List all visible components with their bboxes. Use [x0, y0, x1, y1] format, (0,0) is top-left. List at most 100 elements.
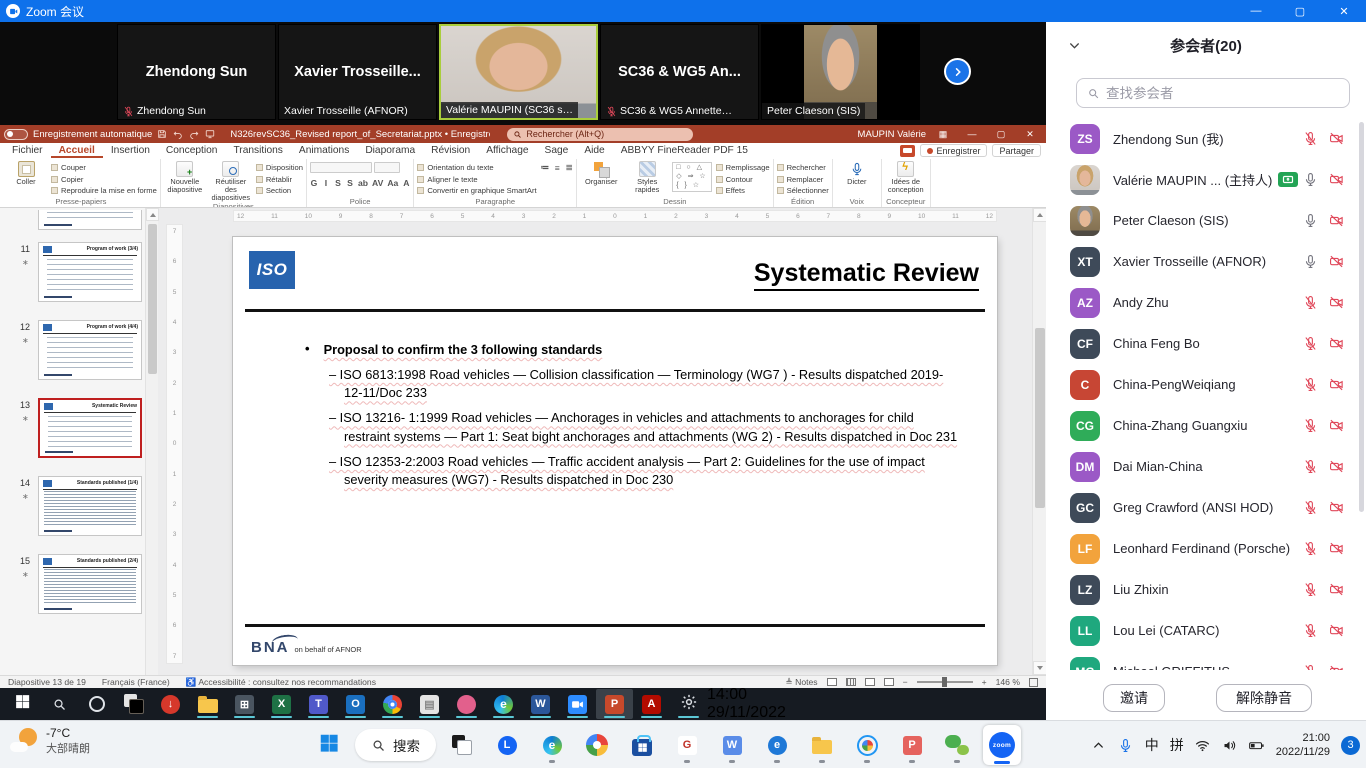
ribbon-button-effets[interactable]: Effets — [716, 186, 770, 195]
reading-view-icon[interactable] — [865, 678, 875, 686]
settings-app[interactable] — [670, 689, 707, 719]
slide-canvas[interactable]: ISO Systematic Review •Proposal to confi… — [233, 237, 997, 665]
slide-thumbnail-11[interactable]: 11∗Program of work (3/4) — [0, 242, 157, 312]
participant-row[interactable]: MGMichael GRIFFITHS — [1046, 651, 1360, 670]
hidden-icons-chevron[interactable] — [1091, 737, 1107, 753]
participant-row[interactable]: CGChina-Zhang Guangxiu — [1046, 405, 1360, 446]
font-size-dropdown[interactable] — [374, 162, 400, 173]
undo-icon[interactable] — [173, 129, 183, 139]
ime-indicator[interactable]: 中 — [1145, 735, 1159, 755]
tab-aide[interactable]: Aide — [576, 143, 612, 158]
participants-scrollbar[interactable] — [1359, 122, 1364, 512]
excel-app[interactable]: X — [263, 689, 300, 719]
wifi-icon[interactable] — [1195, 737, 1211, 753]
video-tile-4[interactable]: SC36 & WG5 An...SC36 & WG5 Annette… — [600, 24, 759, 120]
slide-thumbnail-13[interactable]: 13∗Systematic Review — [0, 398, 157, 468]
tab-affichage[interactable]: Affichage — [478, 143, 536, 158]
slide-scrollbar[interactable] — [1032, 208, 1046, 675]
tab-transitions[interactable]: Transitions — [225, 143, 290, 158]
search-button[interactable] — [41, 689, 78, 719]
ppt-search-box[interactable]: Rechercher (Alt+Q) — [507, 128, 693, 141]
participant-row[interactable]: ZSZhendong Sun (我) — [1046, 118, 1360, 159]
record-button[interactable]: Enregistrer — [920, 144, 987, 157]
unmute-all-button[interactable]: 解除静音 — [1216, 684, 1312, 712]
ribbon-button-styles-rapides[interactable]: Styles rapides — [626, 159, 668, 194]
normal-view-icon[interactable] — [827, 678, 837, 686]
tab-insertion[interactable]: Insertion — [103, 143, 158, 158]
start-button[interactable] — [4, 689, 41, 719]
ribbon-button-remplacer[interactable]: Remplacer — [777, 175, 829, 184]
taskbar-search-box[interactable]: 搜索 — [355, 729, 436, 761]
format-button[interactable]: ≣ — [565, 162, 573, 173]
cortana-button[interactable] — [78, 689, 115, 719]
remote-app[interactable]: ↓ — [152, 689, 189, 719]
chrome-app[interactable] — [374, 689, 411, 719]
participant-row[interactable]: LLLou Lei (CATARC) — [1046, 610, 1360, 651]
game-app[interactable]: G — [668, 725, 706, 765]
ribbon-button-couper[interactable]: Couper — [51, 163, 157, 172]
calculator-app[interactable]: ⊞ — [226, 689, 263, 719]
notes-app[interactable]: ▤ — [411, 689, 448, 719]
save-icon[interactable] — [157, 129, 167, 139]
thumbnail-scrollbar[interactable] — [145, 208, 158, 675]
minimize-button[interactable]: — — [1234, 0, 1278, 22]
participant-row[interactable]: DMDai Mian-China — [1046, 446, 1360, 487]
slideshow-view-icon[interactable] — [884, 678, 894, 686]
zoom-out-button[interactable]: − — [903, 677, 908, 687]
ribbon-button-dicter[interactable]: Dicter — [836, 159, 878, 186]
acrobat-app[interactable]: A — [633, 689, 670, 719]
format-button[interactable]: ≡ — [553, 163, 561, 173]
ribbon-button-organiser[interactable]: Organiser — [580, 159, 622, 186]
ribbon-button-contour[interactable]: Contour — [716, 175, 770, 184]
notes-button[interactable]: ≜ Notes — [786, 677, 818, 688]
ribbon-button-rechercher[interactable]: Rechercher — [777, 163, 829, 172]
slide-thumbnail-partial[interactable] — [0, 210, 157, 234]
ribbon-button-section[interactable]: Section — [256, 186, 303, 195]
notification-badge[interactable]: 3 — [1341, 736, 1360, 755]
qq-app[interactable] — [848, 725, 886, 765]
accessibility-indicator[interactable]: ♿ Accessibilité : consultez nos recomman… — [186, 677, 376, 688]
outlook-app[interactable]: O — [337, 689, 374, 719]
ppt-close-button[interactable]: ✕ — [1018, 125, 1042, 143]
word-app[interactable]: W — [522, 689, 559, 719]
ribbon-button-disposition[interactable]: Disposition — [256, 163, 303, 172]
zoom-app[interactable]: zoom — [983, 725, 1021, 765]
zoom-in-button[interactable]: + — [982, 677, 987, 687]
participant-row[interactable]: Peter Claeson (SIS) — [1046, 200, 1360, 241]
participant-search-box[interactable] — [1076, 78, 1350, 108]
video-tile-3[interactable]: Valérie MAUPIN (SC36 s… — [439, 24, 598, 120]
share-button[interactable]: Partager — [992, 144, 1041, 157]
ppt-maximize-button[interactable]: ▢ — [989, 125, 1013, 143]
participant-row[interactable]: LFLeonhard Ferdinand (Porsche) — [1046, 528, 1360, 569]
video-tile-1[interactable]: Zhendong SunZhendong Sun — [117, 24, 276, 120]
volume-icon[interactable] — [1222, 737, 1238, 753]
ribbon-button-reproduire-la-mise-en-forme[interactable]: Reproduire la mise en forme — [51, 186, 157, 195]
media-pink-app[interactable] — [448, 689, 485, 719]
tab-sage[interactable]: Sage — [537, 143, 577, 158]
format-button[interactable]: S — [334, 178, 342, 188]
ribbon-button-r-tablir[interactable]: Rétablir — [256, 175, 303, 184]
font-name-dropdown[interactable] — [310, 162, 372, 173]
format-button[interactable]: A — [402, 178, 410, 188]
next-videos-button[interactable] — [944, 58, 971, 85]
microphone-tray-icon[interactable] — [1118, 737, 1134, 753]
ribbon-button-aligner-le-texte[interactable]: Aligner le texte — [417, 175, 536, 184]
maximize-button[interactable]: ▢ — [1278, 0, 1322, 22]
task-view-button[interactable] — [443, 725, 481, 765]
weather-widget[interactable]: -7°C 大部晴朗 — [10, 726, 90, 756]
file-explorer[interactable] — [803, 725, 841, 765]
edge-app[interactable]: e — [533, 725, 571, 765]
slideshow-icon[interactable] — [205, 129, 215, 139]
zoom-percentage[interactable]: 146 % — [996, 677, 1020, 687]
participant-row[interactable]: XTXavier Trosseille (AFNOR) — [1046, 241, 1360, 282]
tab-fichier[interactable]: Fichier — [4, 143, 51, 158]
format-button[interactable]: I — [322, 178, 330, 188]
participant-row[interactable]: AZAndy Zhu — [1046, 282, 1360, 323]
video-tile-5[interactable]: Peter Claeson (SIS) — [761, 24, 920, 120]
format-button[interactable]: Aa — [387, 178, 398, 188]
zoom-slider[interactable] — [917, 681, 973, 683]
ppt-minimize-button[interactable]: — — [960, 125, 984, 143]
account-name[interactable]: MAUPIN Valérie — [858, 129, 926, 140]
format-button[interactable]: ab — [358, 178, 368, 188]
file-explorer[interactable] — [189, 689, 226, 719]
